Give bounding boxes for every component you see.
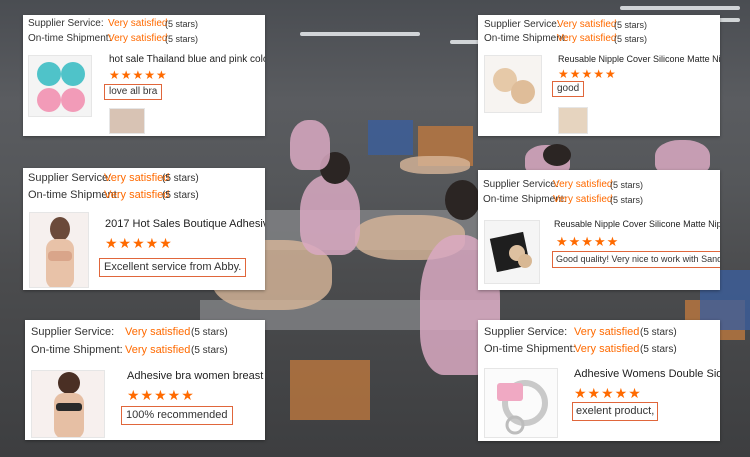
- review-card: Supplier Service: Very satisfied (5 star…: [478, 170, 720, 290]
- product-title[interactable]: Reusable Nipple Cover Silicone Matte Nip…: [554, 219, 720, 229]
- bra-pads-image: [37, 62, 85, 112]
- supplier-service-label: Supplier Service:: [28, 18, 104, 29]
- supplier-service-stars: (5 stars): [610, 180, 644, 190]
- supplier-service-value: Very satisfied: [125, 326, 191, 338]
- nipple-cover-box-image: [489, 231, 532, 273]
- shipment-stars: (5 stars): [191, 345, 228, 356]
- supplier-service-label: Supplier Service:: [484, 19, 560, 30]
- review-card: Supplier Service: Very satisfied (5 star…: [478, 320, 720, 441]
- product-title[interactable]: Reusable Nipple Cover Silicone Matte Nip…: [558, 54, 720, 64]
- review-comment: Good quality! Very nice to work with San…: [552, 251, 720, 268]
- shipment-label: On-time Shipment:: [484, 33, 568, 44]
- review-comment: Excellent service from Abby.: [99, 258, 247, 278]
- rating-stars: ★★★★★: [105, 235, 173, 251]
- review-card: Supplier Service: Very satisfied (5 star…: [478, 15, 720, 136]
- rating-stars: ★★★★★: [109, 68, 168, 82]
- tape-roll-image: [497, 380, 548, 435]
- product-thumbnail[interactable]: [484, 368, 558, 438]
- rating-stars: ★★★★★: [558, 67, 617, 81]
- product-thumbnail[interactable]: [28, 55, 92, 117]
- review-comment: 100% recommended: [121, 406, 233, 426]
- shipment-value: Very satisfied: [574, 343, 640, 355]
- product-title[interactable]: Adhesive bra women breast lift: [127, 370, 265, 382]
- model-photo: [46, 217, 74, 287]
- supplier-service-stars: (5 stars): [614, 20, 648, 30]
- supplier-service-value: Very satisfied: [557, 19, 617, 30]
- shipment-stars: (5 stars): [614, 34, 648, 44]
- review-photo[interactable]: [109, 108, 145, 134]
- product-thumbnail[interactable]: [29, 212, 89, 288]
- shipment-value: Very satisfied: [557, 33, 617, 44]
- rating-stars: ★★★★★: [127, 387, 195, 403]
- shipment-stars: (5 stars): [610, 195, 644, 205]
- product-title[interactable]: 2017 Hot Sales Boutique Adhesive Push Up…: [105, 218, 265, 230]
- review-comment: love all bra: [104, 84, 163, 100]
- shipment-value: Very satisfied: [553, 194, 613, 205]
- supplier-service-label: Supplier Service:: [484, 326, 568, 338]
- supplier-service-value: Very satisfied: [574, 326, 640, 338]
- supplier-service-label: Supplier Service:: [483, 179, 559, 190]
- review-comment: exelent product,: [572, 402, 659, 422]
- review-card: Supplier Service: Very satisfied (5 star…: [23, 168, 265, 290]
- rating-stars: ★★★★★: [574, 385, 642, 401]
- supplier-service-label: Supplier Service:: [31, 326, 115, 338]
- supplier-service-stars: (5 stars): [162, 173, 199, 184]
- supplier-service-stars: (5 stars): [191, 327, 228, 338]
- shipment-stars: (5 stars): [165, 34, 199, 44]
- rating-stars: ★★★★★: [556, 234, 620, 249]
- product-title[interactable]: Adhesive Womens Double Sided Tape: [574, 368, 720, 380]
- product-thumbnail[interactable]: [484, 220, 540, 284]
- shipment-value: Very satisfied: [108, 33, 168, 44]
- product-title[interactable]: hot sale Thailand blue and pink color pu…: [109, 54, 265, 65]
- nipple-cover-image: [493, 68, 535, 104]
- shipment-value: Very satisfied: [104, 189, 170, 201]
- shipment-value: Very satisfied: [125, 344, 191, 356]
- shipment-stars: (5 stars): [640, 344, 677, 355]
- supplier-service-stars: (5 stars): [640, 327, 677, 338]
- shipment-label: On-time Shipment:: [484, 343, 576, 355]
- review-comment: good: [552, 81, 585, 97]
- shipment-label: On-time Shipment:: [31, 344, 123, 356]
- supplier-service-stars: (5 stars): [165, 19, 199, 29]
- product-thumbnail[interactable]: [484, 55, 542, 113]
- supplier-service-value: Very satisfied: [553, 179, 613, 190]
- review-card: Supplier Service: Very satisfied (5 star…: [25, 320, 265, 440]
- review-photo[interactable]: [558, 107, 588, 134]
- supplier-service-value: Very satisfied: [104, 172, 170, 184]
- review-card: Supplier Service: Very satisfied (5 star…: [23, 15, 265, 136]
- shipment-label: On-time Shipment:: [28, 33, 112, 44]
- supplier-service-label: Supplier Service:: [28, 172, 112, 184]
- product-thumbnail[interactable]: [31, 370, 105, 438]
- model-photo: [54, 372, 84, 437]
- supplier-service-value: Very satisfied: [108, 18, 168, 29]
- shipment-stars: (5 stars): [162, 190, 199, 201]
